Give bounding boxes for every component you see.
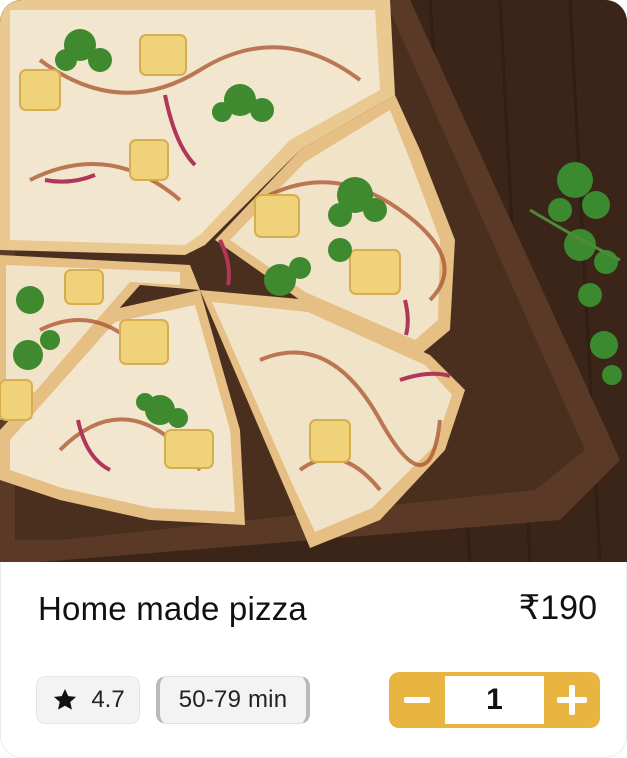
- item-price: ₹190: [518, 589, 597, 627]
- star-icon: [54, 689, 77, 710]
- product-card[interactable]: Home made pizza ₹190 4.7 50-79 min 1: [0, 0, 627, 758]
- pizza-photo: [0, 0, 627, 562]
- decrement-button[interactable]: [389, 672, 445, 728]
- item-title: Home made pizza: [38, 590, 307, 627]
- increment-button[interactable]: [544, 672, 600, 728]
- delivery-time-text: 50-79 min: [178, 686, 288, 713]
- delivery-time-badge: 50-79 min: [156, 676, 310, 724]
- quantity-stepper: 1: [389, 672, 600, 728]
- minus-icon: [404, 697, 430, 703]
- plus-icon: [557, 685, 587, 715]
- rating-value: 4.7: [91, 686, 125, 713]
- rating-badge: 4.7: [36, 676, 140, 724]
- quantity-value[interactable]: 1: [445, 676, 544, 724]
